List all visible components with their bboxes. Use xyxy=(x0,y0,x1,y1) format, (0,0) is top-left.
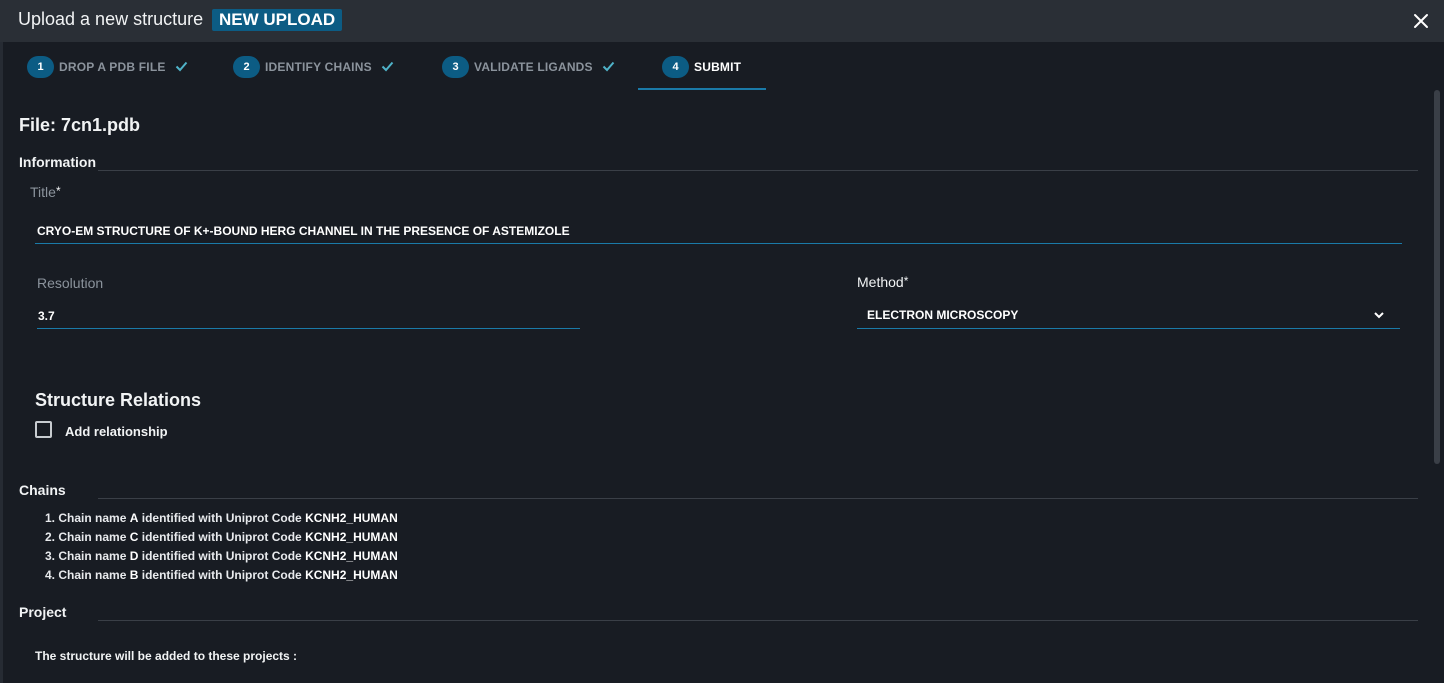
chain-list-item: 1. Chain name A identified with Uniprot … xyxy=(45,511,398,525)
title-label: Title* xyxy=(30,184,61,200)
close-icon[interactable] xyxy=(1410,10,1432,32)
step-label: VALIDATE LIGANDS xyxy=(474,60,593,74)
step-submit[interactable]: 4 SUBMIT xyxy=(662,56,741,90)
step-number: 4 xyxy=(662,56,689,78)
left-edge-strip xyxy=(0,42,3,683)
step-label: IDENTIFY CHAINS xyxy=(265,60,372,74)
file-title: File: 7cn1.pdb xyxy=(19,115,141,135)
check-icon xyxy=(381,59,394,77)
chain-list-item: 4. Chain name B identified with Uniprot … xyxy=(45,568,398,582)
section-divider xyxy=(98,620,1418,621)
chevron-down-icon[interactable] xyxy=(1372,308,1386,322)
section-heading-chains: Chains xyxy=(19,482,66,498)
required-marker: * xyxy=(55,184,61,198)
add-relationship-checkbox[interactable] xyxy=(35,421,52,438)
structure-relations-heading: Structure Relations xyxy=(35,390,202,410)
check-icon xyxy=(175,59,188,77)
section-heading-project: Project xyxy=(19,604,67,620)
step-identify-chains[interactable]: 2 IDENTIFY CHAINS xyxy=(233,56,394,90)
check-icon xyxy=(602,59,615,77)
project-description: The structure will be added to these pro… xyxy=(35,649,298,663)
title-label-text: Title xyxy=(30,184,56,200)
method-select-underline xyxy=(857,328,1400,329)
chain-list-item: 2. Chain name C identified with Uniprot … xyxy=(45,530,398,544)
scrollbar[interactable] xyxy=(1434,90,1440,464)
section-divider xyxy=(98,170,1418,171)
required-marker: * xyxy=(903,274,909,288)
step-number: 1 xyxy=(27,56,54,78)
resolution-input-underline xyxy=(37,328,580,329)
title-input[interactable] xyxy=(37,222,1397,240)
method-label: Method* xyxy=(857,274,908,290)
modal-title: Upload a new structure xyxy=(18,9,204,29)
resolution-input[interactable] xyxy=(38,307,568,325)
chain-list-item: 3. Chain name D identified with Uniprot … xyxy=(45,549,398,563)
method-select[interactable]: ELECTRON MICROSCOPY xyxy=(867,308,1018,322)
add-relationship-label[interactable]: Add relationship xyxy=(65,424,168,439)
resolution-label: Resolution xyxy=(37,275,104,291)
section-divider xyxy=(98,498,1418,499)
step-drop-pdb-file[interactable]: 1 DROP A PDB FILE xyxy=(27,56,188,90)
section-heading-information: Information xyxy=(19,154,96,170)
method-label-text: Method xyxy=(857,274,904,290)
step-label: DROP A PDB FILE xyxy=(59,60,166,74)
modal-header: Upload a new structure NEW UPLOAD xyxy=(0,0,1444,42)
step-number: 3 xyxy=(442,56,469,78)
active-step-indicator xyxy=(638,88,766,90)
title-input-underline xyxy=(35,243,1402,244)
step-number: 2 xyxy=(233,56,260,78)
step-validate-ligands[interactable]: 3 VALIDATE LIGANDS xyxy=(442,56,615,90)
step-label: SUBMIT xyxy=(694,60,742,74)
new-upload-badge: NEW UPLOAD xyxy=(212,9,343,31)
